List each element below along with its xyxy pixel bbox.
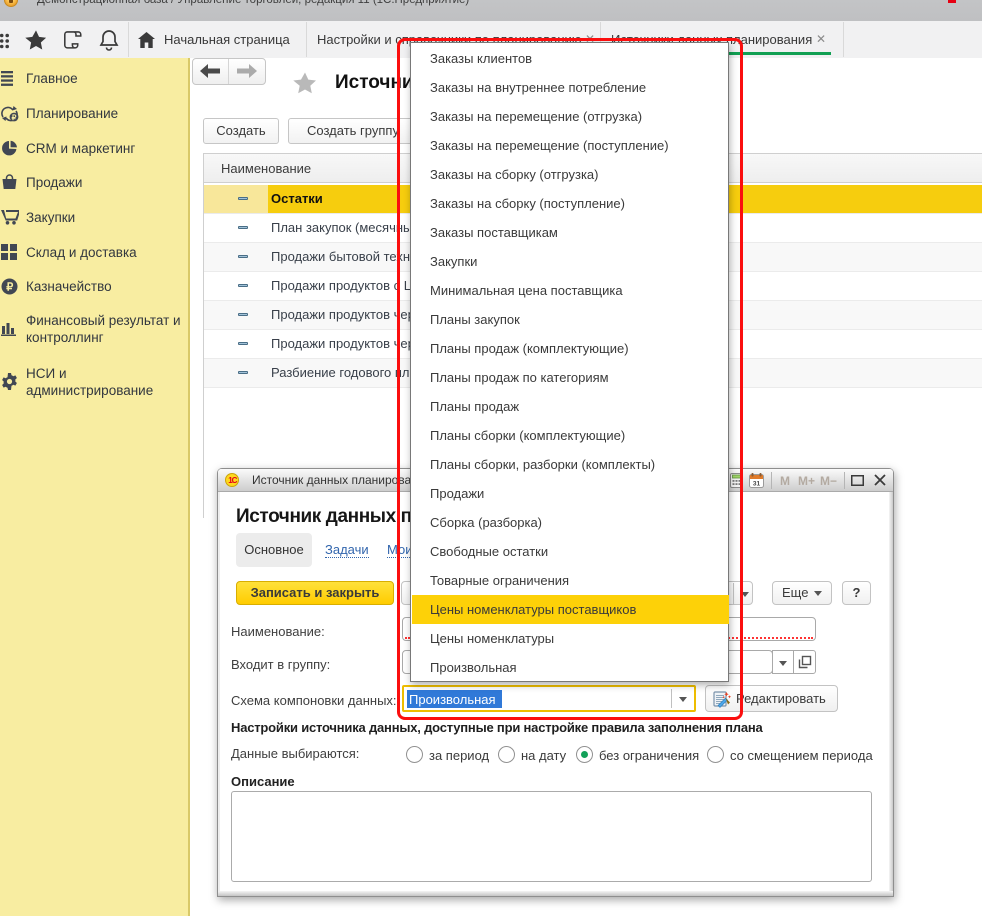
svg-text:31: 31 — [753, 481, 761, 488]
svg-text:₽: ₽ — [12, 113, 17, 122]
svg-text:₽: ₽ — [6, 282, 13, 294]
